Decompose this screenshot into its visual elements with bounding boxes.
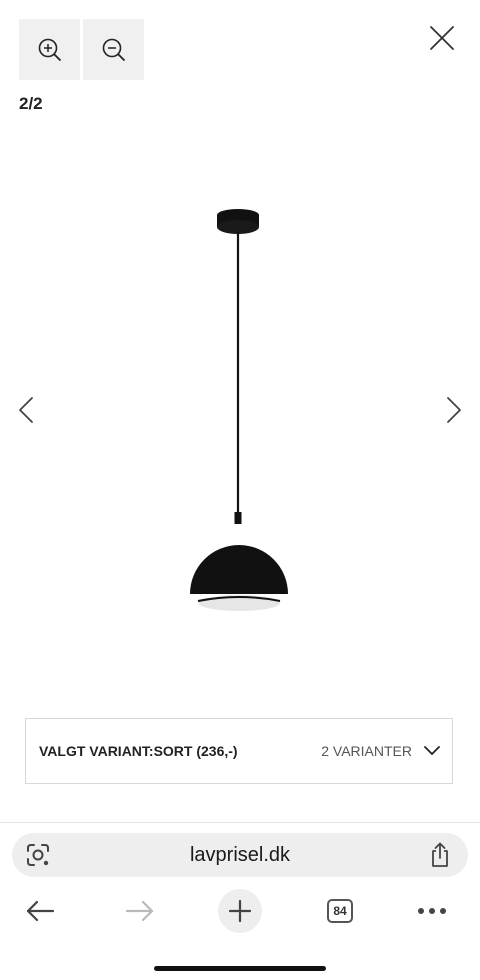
pendant-lamp-image	[190, 209, 288, 611]
next-image-button[interactable]	[440, 394, 468, 426]
variant-count-label: 2 VARIANTER	[321, 743, 412, 759]
address-bar[interactable]: lavprisel.dk	[12, 833, 468, 877]
browser-toolbar: 84	[0, 889, 480, 933]
tab-count: 84	[327, 899, 353, 923]
arrow-left-icon	[26, 900, 55, 922]
variant-dropdown-toggle[interactable]	[424, 743, 440, 759]
back-button[interactable]	[20, 889, 60, 933]
plus-icon	[228, 899, 252, 923]
more-menu-button[interactable]	[412, 889, 452, 933]
variant-selector[interactable]: VALGT VARIANT:SORT (236,-) 2 VARIANTER	[25, 718, 453, 784]
browser-chrome: lavprisel.dk 84	[0, 822, 480, 980]
tab-switcher-button[interactable]: 84	[322, 889, 358, 933]
zoom-in-icon	[38, 38, 61, 61]
selected-variant-label: VALGT VARIANT:SORT (236,-)	[39, 743, 238, 759]
image-counter: 2/2	[19, 94, 43, 113]
more-icon	[418, 908, 446, 914]
close-button[interactable]	[426, 22, 458, 54]
chevron-right-icon	[447, 397, 461, 423]
close-icon	[430, 26, 454, 50]
arrow-right-icon	[125, 900, 154, 922]
zoom-out-icon	[102, 38, 125, 61]
forward-button[interactable]	[120, 889, 160, 933]
product-image-viewer: 2/2 VALGT VARIANT:SORT (236,-) 2 VARIANT…	[0, 0, 480, 980]
zoom-in-button[interactable]	[19, 19, 80, 80]
zoom-controls	[19, 19, 144, 80]
chevron-left-icon	[19, 397, 33, 423]
url-text[interactable]: lavprisel.dk	[12, 833, 468, 877]
previous-image-button[interactable]	[12, 394, 40, 426]
chevron-down-icon	[424, 746, 440, 755]
home-indicator	[154, 966, 326, 971]
product-image	[160, 200, 320, 630]
new-tab-button[interactable]	[218, 889, 262, 933]
zoom-out-button[interactable]	[83, 19, 144, 80]
share-icon[interactable]	[428, 842, 452, 868]
